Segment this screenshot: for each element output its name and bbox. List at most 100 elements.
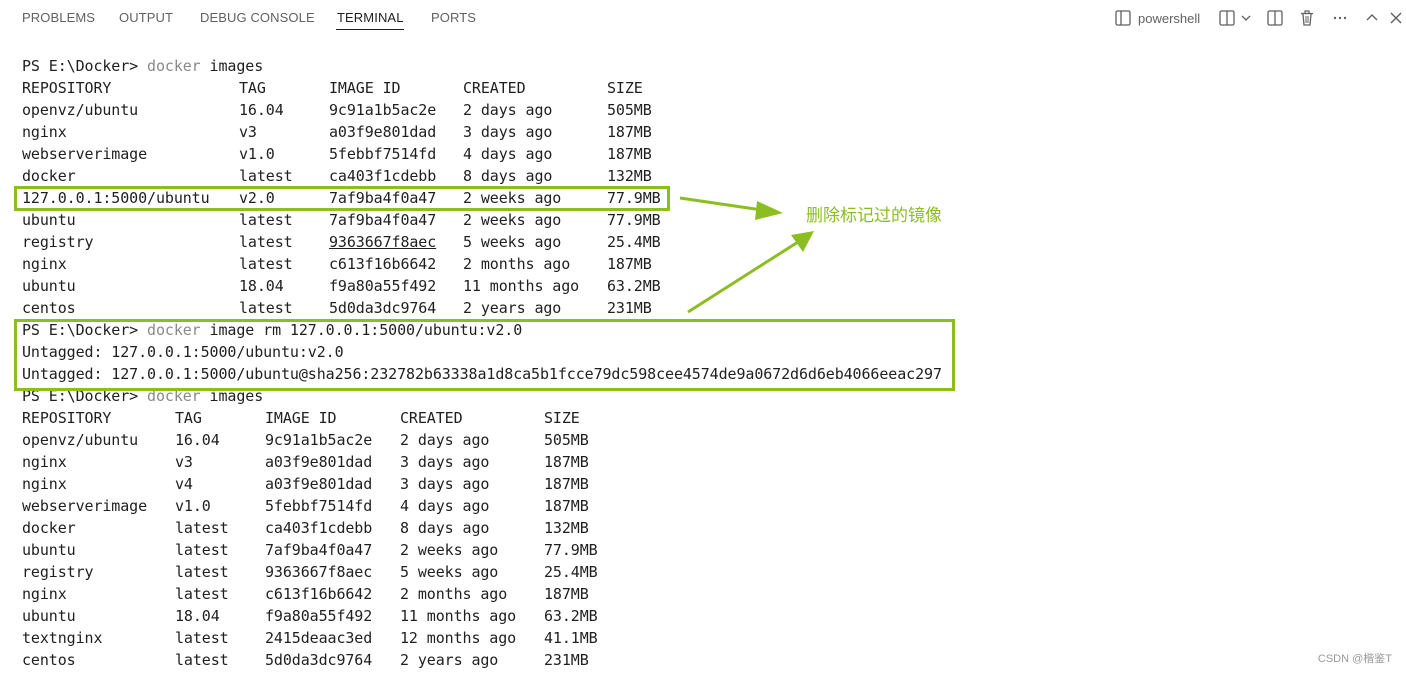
panel-tab-bar: PROBLEMS OUTPUT DEBUG CONSOLE TERMINAL P…: [0, 0, 1406, 36]
column-header: CREATED: [400, 409, 463, 427]
command-line: PS E:\Docker> docker images: [22, 55, 263, 77]
repository-cell: nginx: [22, 123, 67, 141]
tag-cell: latest: [239, 167, 293, 185]
size-cell: 187MB: [544, 475, 589, 493]
highlight-box-rm-command: [14, 319, 955, 391]
size-cell: 187MB: [544, 585, 589, 603]
launch-profile-dropdown[interactable]: [1240, 8, 1252, 28]
repository-cell: centos: [22, 651, 76, 669]
maximize-panel-button[interactable]: [1363, 8, 1381, 28]
shell-label: powershell: [1138, 10, 1201, 26]
image-id-cell: c613f16b6642: [329, 255, 437, 273]
tag-cell: 16.04: [239, 101, 284, 119]
size-cell: 63.2MB: [607, 277, 661, 295]
tab-problems[interactable]: PROBLEMS: [22, 10, 95, 25]
image-id-cell: f9a80a55f492: [265, 607, 373, 625]
tag-cell: latest: [239, 299, 293, 317]
column-header: IMAGE ID: [265, 409, 337, 427]
size-cell: 187MB: [544, 453, 589, 471]
created-cell: 2 weeks ago: [400, 541, 499, 559]
created-cell: 12 months ago: [400, 629, 517, 647]
tag-cell: 18.04: [239, 277, 284, 295]
image-id-cell: c613f16b6642: [265, 585, 373, 603]
created-cell: 11 months ago: [463, 277, 580, 295]
close-icon: [1388, 9, 1404, 27]
size-cell: 187MB: [607, 145, 652, 163]
created-cell: 4 days ago: [400, 497, 490, 515]
repository-cell: openvz/ubuntu: [22, 431, 139, 449]
more-actions-button[interactable]: [1331, 8, 1349, 28]
image-id-cell: 7af9ba4f0a47: [265, 541, 373, 559]
size-cell: 187MB: [607, 255, 652, 273]
tag-cell: latest: [239, 233, 293, 251]
created-cell: 3 days ago: [400, 475, 490, 493]
panel-layout-icon: [1266, 9, 1284, 27]
tab-output[interactable]: OUTPUT: [119, 10, 173, 25]
image-id-cell: 5febbf7514fd: [329, 145, 437, 163]
column-header: CREATED: [463, 79, 526, 97]
created-cell: 2 years ago: [400, 651, 499, 669]
ellipsis-icon: [1331, 9, 1349, 27]
repository-cell: ubuntu: [22, 541, 76, 559]
tag-cell: v1.0: [239, 145, 275, 163]
created-cell: 5 weeks ago: [463, 233, 562, 251]
image-id-cell: 9363667f8aec: [265, 563, 373, 581]
size-cell: 187MB: [544, 497, 589, 515]
column-header: SIZE: [607, 79, 643, 97]
close-panel-button[interactable]: [1388, 8, 1404, 28]
image-id-cell: 2415deaac3ed: [265, 629, 373, 647]
image-id-cell: 5d0da3dc9764: [329, 299, 437, 317]
active-tab-indicator: [336, 29, 404, 30]
split-terminal-button[interactable]: [1218, 8, 1236, 28]
tab-ports[interactable]: PORTS: [431, 10, 476, 25]
terminal-selector[interactable]: powershell: [1114, 8, 1200, 28]
repository-cell: centos: [22, 299, 76, 317]
repository-cell: nginx: [22, 585, 67, 603]
created-cell: 3 days ago: [400, 453, 490, 471]
tag-cell: v4: [175, 475, 193, 493]
image-id-cell: a03f9e801dad: [265, 453, 373, 471]
column-header: REPOSITORY: [22, 409, 112, 427]
size-cell: 25.4MB: [607, 233, 661, 251]
size-cell: 132MB: [607, 167, 652, 185]
panel-layout-button[interactable]: [1266, 8, 1284, 28]
tab-debug-console[interactable]: DEBUG CONSOLE: [200, 10, 315, 25]
repository-cell: registry: [22, 563, 94, 581]
tag-cell: latest: [175, 519, 229, 537]
created-cell: 3 days ago: [463, 123, 553, 141]
size-cell: 63.2MB: [544, 607, 598, 625]
created-cell: 5 weeks ago: [400, 563, 499, 581]
repository-cell: textnginx: [22, 629, 103, 647]
highlight-box-tagged-image: [14, 186, 670, 211]
command-name: docker: [147, 57, 201, 75]
split-terminal-icon: [1218, 9, 1236, 27]
trash-icon: [1298, 9, 1316, 27]
tag-cell: 18.04: [175, 607, 220, 625]
repository-cell: docker: [22, 167, 76, 185]
image-id-cell: 5febbf7514fd: [265, 497, 373, 515]
created-cell: 2 weeks ago: [463, 211, 562, 229]
image-id-cell: 7af9ba4f0a47: [329, 211, 437, 229]
created-cell: 11 months ago: [400, 607, 517, 625]
column-header: TAG: [175, 409, 202, 427]
column-header: TAG: [239, 79, 266, 97]
created-cell: 2 years ago: [463, 299, 562, 317]
repository-cell: docker: [22, 519, 76, 537]
chevron-up-icon: [1363, 9, 1381, 27]
image-id-cell: 9c91a1b5ac2e: [265, 431, 373, 449]
created-cell: 8 days ago: [463, 167, 553, 185]
created-cell: 8 days ago: [400, 519, 490, 537]
kill-terminal-button[interactable]: [1298, 8, 1316, 28]
repository-cell: registry: [22, 233, 94, 251]
command-args: images: [200, 57, 264, 75]
prompt: PS E:\Docker>: [22, 57, 148, 75]
image-id-cell: a03f9e801dad: [329, 123, 437, 141]
size-cell: 505MB: [607, 101, 652, 119]
size-cell: 231MB: [544, 651, 589, 669]
tag-cell: latest: [175, 651, 229, 669]
created-cell: 2 days ago: [463, 101, 553, 119]
tag-cell: latest: [175, 585, 229, 603]
tab-terminal[interactable]: TERMINAL: [337, 10, 404, 25]
column-header: IMAGE ID: [329, 79, 401, 97]
created-cell: 2 months ago: [400, 585, 508, 603]
